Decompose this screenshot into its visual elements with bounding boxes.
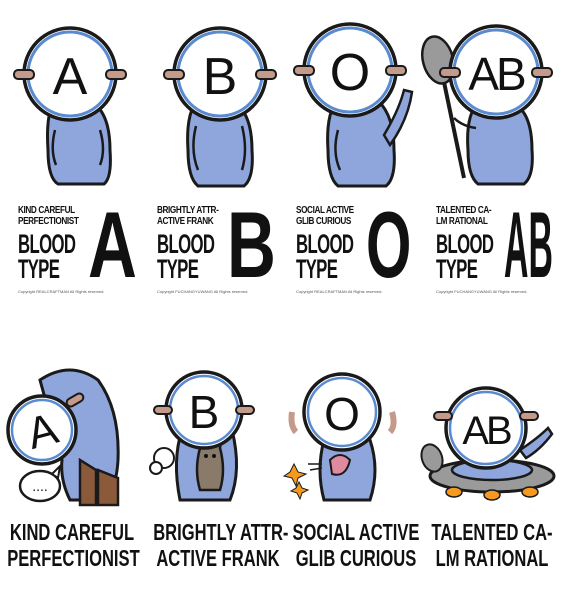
circle-letter-o: O	[330, 44, 370, 102]
caption-o-line-2: GLIB CURIOUS	[295, 545, 417, 571]
blood-type-ab-ufo-character: AB	[420, 386, 556, 501]
label-block-b: BRIGHTLY ATTR- ACTIVE FRANK BLOOD TYPE B…	[157, 192, 285, 297]
top-panel-ab: AB TALENTED CA- LM RATIONAL BLOOD TYPE A…	[420, 0, 567, 300]
circle-letter-ab: AB	[462, 409, 511, 453]
caption-a-line-2: PERFECTIONIST	[7, 545, 140, 571]
speech-bubble-dots: ....	[32, 478, 48, 494]
bottom-panel-a: A .... KIND CAREFUL PERFECTIONIST	[0, 360, 142, 601]
giant-letter: B	[227, 192, 276, 297]
copyright: Copyright REALCRAFTMAN All Rights reserv…	[18, 289, 105, 294]
blood-word: BLOOD	[436, 229, 494, 259]
giant-letter: A	[88, 192, 137, 297]
blood-word: BLOOD	[296, 229, 354, 259]
top-panel-o: O SOCIAL ACTIVE GLIB CURIOUS BLOOD TYPE …	[284, 0, 426, 300]
caption-ab-line-1: TALENTED CA-	[431, 519, 553, 545]
copyright: Copyright FUCHANGYUWANG All Rights reser…	[157, 289, 249, 294]
traits-line-2: PERFECTIONIST	[18, 215, 79, 227]
type-word: TYPE	[436, 254, 478, 284]
blood-word: BLOOD	[18, 229, 76, 259]
circle-letter-a: A	[53, 48, 88, 106]
traits-line-2: GLIB CURIOUS	[296, 215, 351, 227]
traits-line-2: LM RATIONAL	[436, 215, 488, 227]
caption-o-line-1: SOCIAL ACTIVE	[292, 519, 420, 545]
traits-line-2: ACTIVE FRANK	[157, 215, 214, 227]
circle-letter-b: B	[189, 386, 220, 438]
blood-type-ab-character: AB	[420, 24, 553, 186]
blood-type-a-character: A	[13, 26, 127, 186]
caption-b-line-1: BRIGHTLY ATTR-	[153, 519, 289, 545]
type-word: TYPE	[157, 254, 199, 284]
blood-word: BLOOD	[157, 229, 215, 259]
blood-type-o-toy-character: O	[282, 372, 397, 502]
caption-b-line-2: ACTIVE FRANK	[156, 545, 280, 571]
blood-type-a-shy-character: A ....	[6, 368, 120, 507]
blood-type-b-character: B	[163, 26, 277, 188]
type-word: TYPE	[296, 254, 338, 284]
caption-a-line-1: KIND CAREFUL	[9, 519, 135, 545]
copyright: Copyright FUCHANGYUWANG All Rights reser…	[436, 289, 528, 294]
type-word: TYPE	[18, 254, 60, 284]
top-panel-a: A KIND CAREFUL PERFECTIONIST BLOOD TYPE …	[0, 0, 142, 300]
caption-ab-line-2: LM RATIONAL	[435, 545, 549, 571]
bottom-panel-b: B BRIGHTLY ATTR- ACTIVE FRANK	[142, 360, 289, 601]
label-block-ab: TALENTED CA- LM RATIONAL BLOOD TYPE AB C…	[436, 192, 564, 297]
giant-letter: AB	[504, 192, 553, 297]
label-block-o: SOCIAL ACTIVE GLIB CURIOUS BLOOD TYPE O …	[296, 192, 424, 297]
label-block-a: KIND CAREFUL PERFECTIONIST BLOOD TYPE A …	[18, 192, 146, 297]
circle-letter-o: O	[324, 388, 360, 440]
top-panel-b: B BRIGHTLY ATTR- ACTIVE FRANK BLOOD TYPE…	[142, 0, 284, 300]
blood-type-b-cat-character: B	[149, 370, 255, 502]
circle-letter-b: B	[203, 48, 238, 106]
giant-letter: O	[366, 192, 412, 297]
circle-letter-ab: AB	[468, 48, 525, 100]
copyright: Copyright REALCRAFTMAN All Rights reserv…	[296, 289, 383, 294]
bottom-panel-o: O SOCIAL ACTIVE GLIB CURIOUS	[282, 360, 426, 601]
blood-type-o-character: O	[293, 22, 414, 188]
bottom-panel-ab: AB TALENTED CA- LM RATIONAL	[420, 360, 567, 601]
